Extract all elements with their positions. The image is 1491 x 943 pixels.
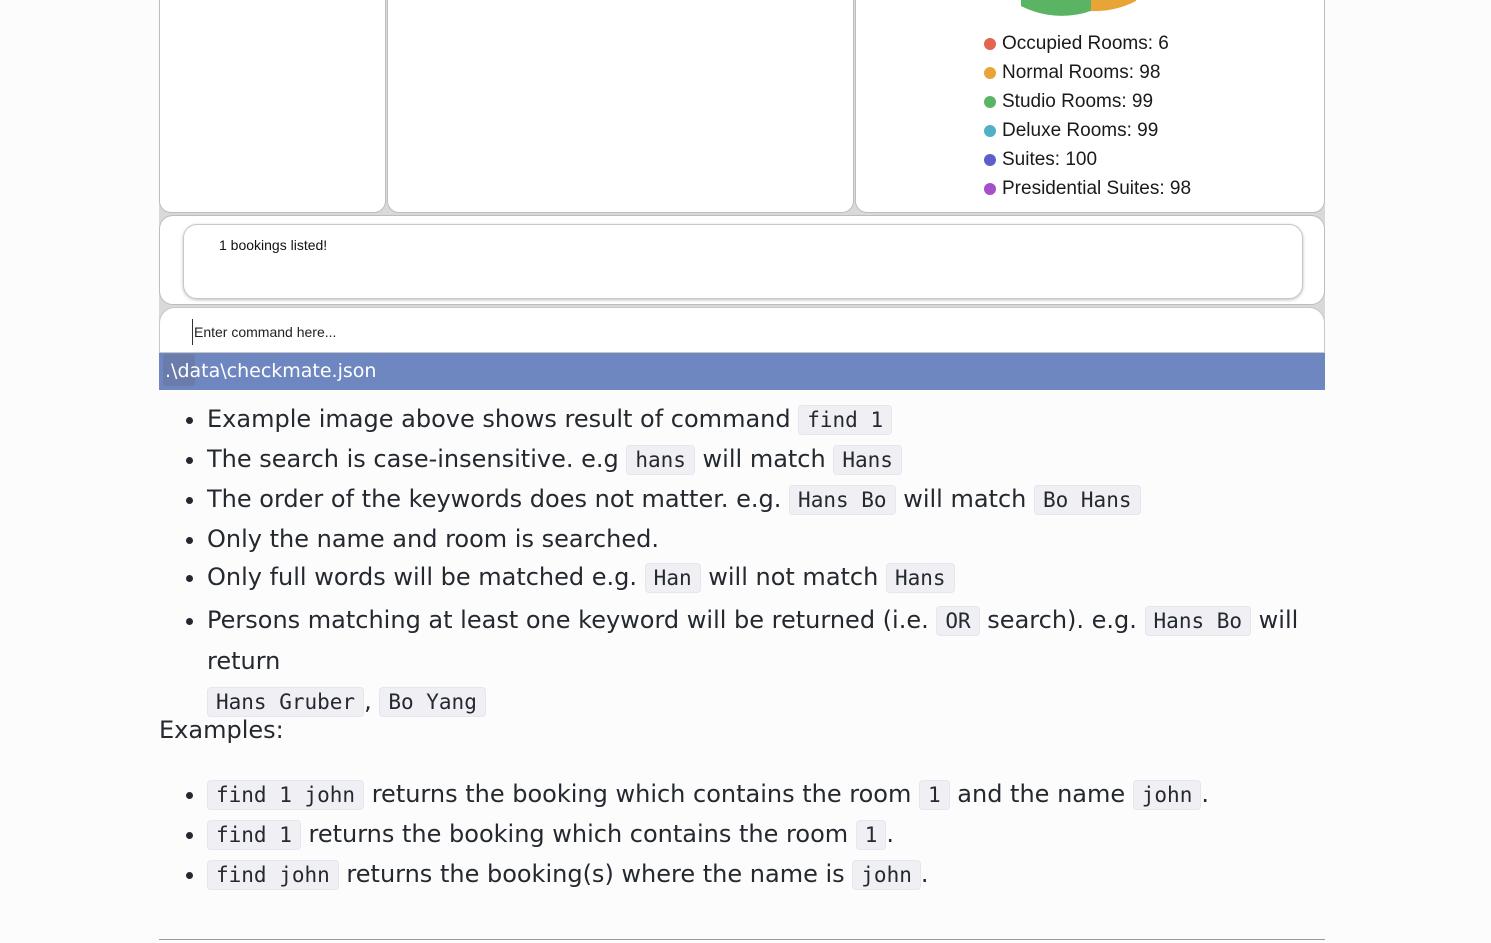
text: will match xyxy=(694,445,834,473)
list-item: Example image above shows result of comm… xyxy=(207,400,1325,442)
list-item: find 1 returns the booking which contain… xyxy=(207,815,1325,855)
text: search). e.g. xyxy=(979,606,1145,634)
booking-list-panel xyxy=(159,0,386,213)
code-snippet: find 1 john xyxy=(207,780,365,810)
text: returns the booking which contains the r… xyxy=(364,780,919,808)
text: Example image above shows result of comm… xyxy=(207,405,799,433)
code-snippet: 1 xyxy=(855,820,887,850)
code-snippet: find john xyxy=(207,860,339,890)
text: returns the booking which contains the r… xyxy=(300,820,856,848)
legend-item-presidential: Presidential Suites: 98 xyxy=(984,174,1191,203)
examples-list: find 1 john returns the booking which co… xyxy=(159,775,1325,895)
list-item: Persons matching at least one keyword wi… xyxy=(207,600,1325,722)
legend-dot xyxy=(984,37,996,50)
legend-label: Normal Rooms: 98 xyxy=(1002,61,1161,83)
code-snippet: john xyxy=(1132,780,1202,810)
list-item: The search is case-insensitive. e.g hans… xyxy=(207,442,1325,482)
notes-list: Example image above shows result of comm… xyxy=(159,400,1325,722)
status-bar: .\data\checkmate.json xyxy=(159,353,1325,390)
text: . xyxy=(886,820,895,848)
legend-label: Occupied Rooms: 6 xyxy=(1002,32,1169,54)
code-snippet: john xyxy=(852,860,921,890)
text: . xyxy=(920,860,929,888)
text: The order of the keywords does not matte… xyxy=(207,485,790,513)
text: will not match xyxy=(700,563,886,591)
text: Persons matching at least one keyword wi… xyxy=(207,606,937,634)
code-snippet: Hans xyxy=(833,445,902,475)
room-pie-chart xyxy=(1021,0,1136,16)
list-item: The order of the keywords does not matte… xyxy=(207,482,1325,522)
legend-item-deluxe: Deluxe Rooms: 99 xyxy=(984,116,1191,145)
legend-item-studio: Studio Rooms: 99 xyxy=(984,87,1191,116)
pie-slice-studio xyxy=(1021,0,1091,16)
app-screenshot: Occupied Rooms: 6 Normal Rooms: 98 Studi… xyxy=(159,0,1325,390)
code-snippet: Hans xyxy=(885,563,955,593)
code-snippet: Hans Gruber xyxy=(207,687,365,717)
legend-label: Deluxe Rooms: 99 xyxy=(1002,119,1159,141)
pie-legend: Occupied Rooms: 6 Normal Rooms: 98 Studi… xyxy=(984,29,1191,203)
text: . xyxy=(1201,780,1209,808)
list-item: Only the name and room is searched. xyxy=(207,522,1325,560)
list-item: find john returns the booking(s) where t… xyxy=(207,855,1325,895)
code-snippet: find 1 xyxy=(207,820,301,850)
text: returns the booking(s) where the name is xyxy=(338,860,853,888)
code-snippet: Hans Bo xyxy=(789,485,896,515)
legend-dot xyxy=(984,124,996,137)
details-panel xyxy=(387,0,854,213)
text: Only the name and room is searched. xyxy=(207,525,659,553)
legend-dot xyxy=(984,182,996,195)
code-snippet: hans xyxy=(626,445,695,475)
list-item: find 1 john returns the booking which co… xyxy=(207,775,1325,815)
code-snippet: Bo Yang xyxy=(379,687,486,717)
examples-heading: Examples: xyxy=(159,716,284,744)
room-stats-panel: Occupied Rooms: 6 Normal Rooms: 98 Studi… xyxy=(855,0,1325,213)
text: Only full words will be matched e.g. xyxy=(207,563,645,591)
text: The search is case-insensitive. e.g xyxy=(207,445,627,473)
horizontal-rule xyxy=(159,939,1325,940)
legend-label: Suites: 100 xyxy=(1002,148,1098,170)
legend-label: Studio Rooms: 99 xyxy=(1002,90,1154,112)
code-snippet: Han xyxy=(644,563,701,593)
pie-slice-normal xyxy=(1091,0,1136,12)
legend-label: Presidential Suites: 98 xyxy=(1002,177,1192,199)
code-snippet: Hans Bo xyxy=(1144,606,1252,636)
examples-section: find 1 john returns the booking which co… xyxy=(159,775,1325,895)
text: , xyxy=(364,687,380,715)
legend-item-suites: Suites: 100 xyxy=(984,145,1191,174)
code-snippet: OR xyxy=(936,606,980,636)
command-box xyxy=(159,307,1325,353)
legend-item-normal: Normal Rooms: 98 xyxy=(984,58,1191,87)
command-input[interactable] xyxy=(192,319,1296,345)
notes-section: Example image above shows result of comm… xyxy=(159,400,1325,722)
text: and the name xyxy=(949,780,1133,808)
legend-dot xyxy=(984,153,996,166)
data-file-path: .\data\checkmate.json xyxy=(165,360,377,382)
result-display-panel: 1 bookings listed! xyxy=(159,215,1325,305)
code-snippet: find 1 xyxy=(798,405,893,435)
code-snippet: 1 xyxy=(918,780,950,810)
text: will match xyxy=(895,485,1034,513)
result-display-box[interactable]: 1 bookings listed! xyxy=(183,224,1303,299)
list-item: Only full words will be matched e.g. Han… xyxy=(207,560,1325,600)
result-message: 1 bookings listed! xyxy=(219,237,328,253)
code-snippet: Bo Hans xyxy=(1033,485,1141,515)
legend-item-occupied: Occupied Rooms: 6 xyxy=(984,29,1191,58)
legend-dot xyxy=(984,66,996,79)
legend-dot xyxy=(984,95,996,108)
